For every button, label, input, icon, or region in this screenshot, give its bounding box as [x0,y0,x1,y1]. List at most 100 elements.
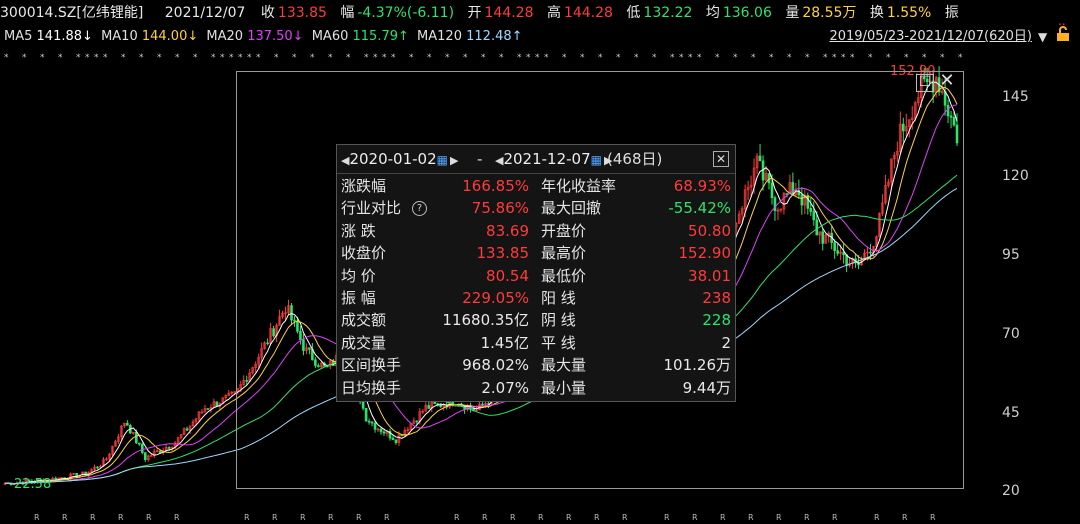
event-marker: * [535,53,540,63]
date-range-selector[interactable]: 2019/05/23-2021/12/07(620日) [829,26,1032,48]
event-marker: * [256,53,261,63]
stats-label: 开盘价 [541,221,587,240]
rights-marker: R [146,513,152,522]
stats-label: 成交额 [341,311,387,330]
event-marker: * [94,53,99,63]
rights-marker: R [720,513,726,522]
turnover-value: 1.55% [886,5,932,21]
event-marker: * [220,53,225,63]
rights-marker: R [328,513,334,522]
low-value: 132.22 [643,5,693,21]
event-marker: * [544,53,549,63]
rights-marker: R [538,513,544,522]
high-label: 高 [546,5,561,21]
range-stats-panel: ◀2020-01-02▦ ▶ - ◀2021-12-07▦ ▶ (468日) ✕ 涨… [336,144,736,402]
candle-body [96,466,99,469]
candle-body [370,421,374,424]
calendar-icon[interactable]: ▦ [437,153,448,167]
maximize-icon[interactable]: ☐ [916,74,934,92]
event-marker: * [562,53,567,63]
stats-label: 区间换手 [341,356,402,375]
candle-body [821,231,825,244]
candle-body [367,420,371,423]
close-value: 133.85 [277,5,327,21]
stats-row: 成交额 11680.35亿阴 线 228 [337,309,735,331]
event-marker: * [751,53,756,63]
candle-body [758,155,762,162]
event-marker: * [40,53,45,63]
stats-row: 收盘价 133.85 最高价 152.90 [337,242,735,264]
close-icon[interactable]: ✕ [938,72,956,92]
event-marker: * [688,53,693,63]
candle-body [800,194,804,206]
candle-body [901,123,905,132]
candle-body [427,405,431,409]
candle-body [833,242,836,251]
calendar-icon[interactable]: ▦ [591,153,602,167]
stats-row: 行业对比? 75.86% 最大回撤 -55.42% [337,197,735,219]
help-icon[interactable]: ? [412,201,427,217]
stats-value: 50.80 [688,221,731,240]
y-tick-70: 70 [1002,326,1020,342]
stock-code[interactable]: 300014.SZ[亿纬锂能] [0,5,143,21]
stats-label: 涨跌幅 [341,177,387,195]
change-label: 幅 [340,5,355,21]
rights-marker: R [454,513,460,522]
event-marker: * [598,53,603,63]
ma5-label: MA5 [4,29,33,44]
event-marker: * [409,53,414,63]
candle-body [185,428,189,431]
event-marker: * [382,53,387,63]
event-marker: * [805,53,810,63]
rights-marker: R [384,513,390,522]
stats-value: 1.45亿 [480,333,529,352]
stats-value: 238 [702,289,731,307]
panel-close-icon[interactable]: ✕ [713,151,729,167]
end-date-picker[interactable]: ◀2021-12-07▦ ▶ [495,148,612,170]
ma10-label: MA10 [101,29,138,44]
candle-body [946,104,950,117]
ma5-value: 141.88↓ [36,29,93,44]
candle-body [955,124,959,144]
stats-row: 均 价 80.54 最低价 38.01 [337,265,735,287]
change-value: -4.37%(-6.11) [357,5,455,21]
stats-row: 涨跌幅 166.85% 年化收益率 68.93% [337,175,735,197]
start-date-picker[interactable]: ◀2020-01-02▦ ▶ [341,148,458,170]
candle-body [433,402,437,404]
y-tick-145: 145 [1002,89,1029,105]
open-label: 开 [467,5,482,21]
event-marker: * [715,53,720,63]
stats-value: 2.07% [481,378,529,397]
event-marker: * [517,53,522,63]
stats-label: 阳 线 [541,289,576,307]
candle-body [809,208,813,212]
ma120-value: 112.48↑ [466,29,523,44]
stats-label: 涨 跌 [341,221,376,240]
rights-marker: R [244,513,250,522]
event-marker: * [121,53,126,63]
rights-marker: R [566,513,572,522]
event-marker: * [229,53,234,63]
rights-marker: R [272,513,278,522]
candle-body [215,401,219,407]
lock-icon[interactable] [1056,26,1070,49]
event-marker: * [634,53,639,63]
rights-marker: R [594,513,600,522]
stats-value: 228 [702,311,731,330]
stats-value: 75.86% [471,199,529,218]
event-marker: * [940,53,945,63]
candle-body [394,439,398,443]
rights-marker: R [832,513,838,522]
event-marker: * [499,53,504,63]
rights-marker: R [692,513,698,522]
stats-row: 涨 跌 83.69 开盘价 50.80 [337,220,735,242]
stats-label: 年化收益率 [541,177,617,195]
event-marker: * [4,53,9,63]
next-arrow-icon[interactable]: ▶ [450,154,458,167]
candle-body [290,305,293,321]
triangle-down-icon[interactable]: ▼ [1038,26,1047,48]
event-marker: * [832,53,837,63]
stats-label: 收盘价 [341,244,387,263]
candle-body [952,116,956,126]
event-marker: * [697,53,702,63]
